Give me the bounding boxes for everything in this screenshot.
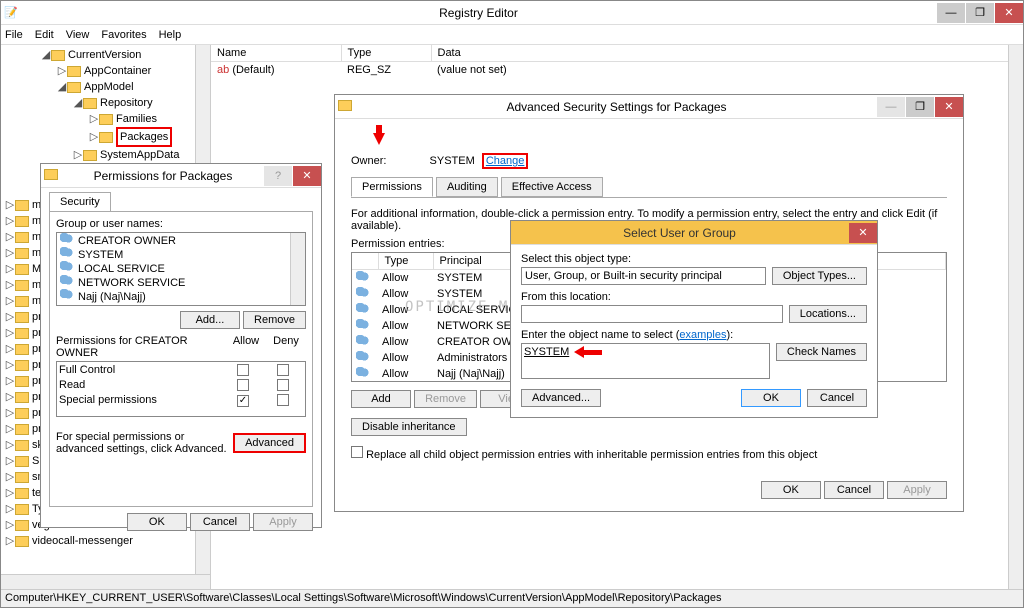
group-item[interactable]: Najj (Naj\Najj) bbox=[57, 289, 305, 303]
regedit-titlebar: 📝 Registry Editor — ❐ ✕ bbox=[1, 1, 1023, 25]
adv-ok-button[interactable]: OK bbox=[761, 481, 821, 499]
adv-close[interactable]: ✕ bbox=[935, 97, 963, 117]
col-data[interactable]: Data bbox=[431, 45, 1023, 62]
tree-item[interactable]: ▷Packages bbox=[1, 127, 210, 147]
sel-close[interactable]: ✕ bbox=[849, 223, 877, 243]
groups-listbox[interactable]: CREATOR OWNERSYSTEMLOCAL SERVICENETWORK … bbox=[56, 232, 306, 306]
permission-row: Special permissions✓ bbox=[59, 394, 303, 409]
groups-label: Group or user names: bbox=[56, 218, 306, 230]
adv-remove-button[interactable]: Remove bbox=[414, 390, 477, 408]
menu-file[interactable]: File bbox=[5, 29, 23, 41]
help-button[interactable]: ? bbox=[264, 166, 292, 186]
tab-security[interactable]: Security bbox=[49, 192, 111, 212]
adv-min[interactable]: — bbox=[877, 97, 905, 117]
tree-item[interactable]: ▷videocall-messenger bbox=[1, 533, 210, 549]
examples-link[interactable]: examples bbox=[679, 329, 726, 341]
select-user-dialog: Select User or Group ✕ Select this objec… bbox=[510, 220, 878, 418]
group-item[interactable]: NETWORK SERVICE bbox=[57, 275, 305, 289]
change-owner-link[interactable]: Change bbox=[486, 155, 525, 167]
tree-item[interactable]: ◢AppModel bbox=[1, 79, 210, 95]
sel-cancel-button[interactable]: Cancel bbox=[807, 389, 867, 407]
object-name-input[interactable]: SYSTEM bbox=[521, 343, 770, 379]
object-types-button[interactable]: Object Types... bbox=[772, 267, 867, 285]
maximize-button[interactable]: ❐ bbox=[966, 3, 994, 23]
perm-ok-button[interactable]: OK bbox=[127, 513, 187, 531]
list-row[interactable]: ab (Default) REG_SZ (value not set) bbox=[211, 62, 1023, 79]
advanced-hint: For special permissions or advanced sett… bbox=[56, 431, 233, 455]
permissions-dialog: Permissions for Packages ?✕ Security Gro… bbox=[40, 163, 322, 528]
menu-view[interactable]: View bbox=[66, 29, 90, 41]
permission-row: Read bbox=[59, 379, 303, 394]
deny-checkbox[interactable] bbox=[277, 379, 289, 391]
advanced-button[interactable]: Advanced bbox=[233, 433, 306, 453]
allow-checkbox[interactable] bbox=[237, 364, 249, 376]
tab-effective-access[interactable]: Effective Access bbox=[501, 177, 603, 197]
object-name-label: Enter the object name to select bbox=[521, 329, 673, 341]
status-bar: Computer\HKEY_CURRENT_USER\Software\Clas… bbox=[1, 589, 1023, 607]
add-button[interactable]: Add... bbox=[180, 311, 240, 329]
location-field[interactable] bbox=[521, 305, 783, 323]
allow-checkbox[interactable]: ✓ bbox=[237, 395, 249, 407]
location-label: From this location: bbox=[521, 291, 867, 303]
group-item[interactable]: SYSTEM bbox=[57, 247, 305, 261]
check-names-button[interactable]: Check Names bbox=[776, 343, 867, 361]
tab-auditing[interactable]: Auditing bbox=[436, 177, 498, 197]
tree-item[interactable]: ▷Families bbox=[1, 111, 210, 127]
replace-checkbox[interactable] bbox=[351, 446, 363, 458]
object-type-field[interactable] bbox=[521, 267, 766, 285]
minimize-button[interactable]: — bbox=[937, 3, 965, 23]
group-item[interactable]: CREATOR OWNER bbox=[57, 233, 305, 247]
folder-icon bbox=[44, 169, 58, 180]
app-icon: 📝 bbox=[1, 6, 21, 19]
allow-checkbox[interactable] bbox=[237, 379, 249, 391]
sel-ok-button[interactable]: OK bbox=[741, 389, 801, 407]
annotation-arrow-down bbox=[373, 133, 385, 145]
remove-button[interactable]: Remove bbox=[243, 311, 306, 329]
permissions-title: Permissions for Packages bbox=[63, 169, 263, 183]
perm-apply-button[interactable]: Apply bbox=[253, 513, 313, 531]
tree-item[interactable]: ◢Repository bbox=[1, 95, 210, 111]
tree-item[interactable]: ◢CurrentVersion bbox=[1, 47, 210, 63]
disable-inheritance-button[interactable]: Disable inheritance bbox=[351, 418, 467, 436]
tree-scrollbar-h[interactable] bbox=[1, 574, 210, 589]
menu-favorites[interactable]: Favorites bbox=[101, 29, 146, 41]
deny-checkbox[interactable] bbox=[277, 394, 289, 406]
owner-label: Owner: bbox=[351, 155, 386, 167]
regedit-menu: File Edit View Favorites Help bbox=[1, 25, 1023, 45]
select-title: Select User or Group bbox=[511, 226, 848, 240]
adv-max[interactable]: ❐ bbox=[906, 97, 934, 117]
perm-cancel-button[interactable]: Cancel bbox=[190, 513, 250, 531]
tab-permissions[interactable]: Permissions bbox=[351, 177, 433, 197]
deny-checkbox[interactable] bbox=[277, 364, 289, 376]
adv-apply-button[interactable]: Apply bbox=[887, 481, 947, 499]
regedit-title: Registry Editor bbox=[21, 6, 936, 20]
owner-value: SYSTEM bbox=[430, 155, 475, 167]
annotation-arrow-left bbox=[574, 346, 602, 358]
group-item[interactable]: LOCAL SERVICE bbox=[57, 261, 305, 275]
list-scrollbar[interactable] bbox=[1008, 45, 1023, 589]
tree-item[interactable]: ▷AppContainer bbox=[1, 63, 210, 79]
adv-add-button[interactable]: Add bbox=[351, 390, 411, 408]
menu-help[interactable]: Help bbox=[159, 29, 182, 41]
col-name[interactable]: Name bbox=[211, 45, 341, 62]
menu-edit[interactable]: Edit bbox=[35, 29, 54, 41]
folder-icon bbox=[338, 100, 352, 111]
permissions-for-label: Permissions for CREATOR OWNER bbox=[56, 335, 226, 359]
advanced-title: Advanced Security Settings for Packages bbox=[357, 100, 876, 114]
tree-item[interactable]: ▷SystemAppData bbox=[1, 147, 210, 163]
permission-row: Full Control bbox=[59, 364, 303, 379]
object-type-label: Select this object type: bbox=[521, 253, 867, 265]
col-type[interactable]: Type bbox=[341, 45, 431, 62]
replace-label: Replace all child object permission entr… bbox=[366, 449, 817, 461]
permissions-listbox[interactable]: Full ControlReadSpecial permissions✓ bbox=[56, 361, 306, 417]
groups-scrollbar[interactable] bbox=[290, 233, 305, 305]
sel-advanced-button[interactable]: Advanced... bbox=[521, 389, 601, 407]
adv-cancel-button[interactable]: Cancel bbox=[824, 481, 884, 499]
perm-close-button[interactable]: ✕ bbox=[293, 166, 321, 186]
close-button[interactable]: ✕ bbox=[995, 3, 1023, 23]
locations-button[interactable]: Locations... bbox=[789, 305, 867, 323]
